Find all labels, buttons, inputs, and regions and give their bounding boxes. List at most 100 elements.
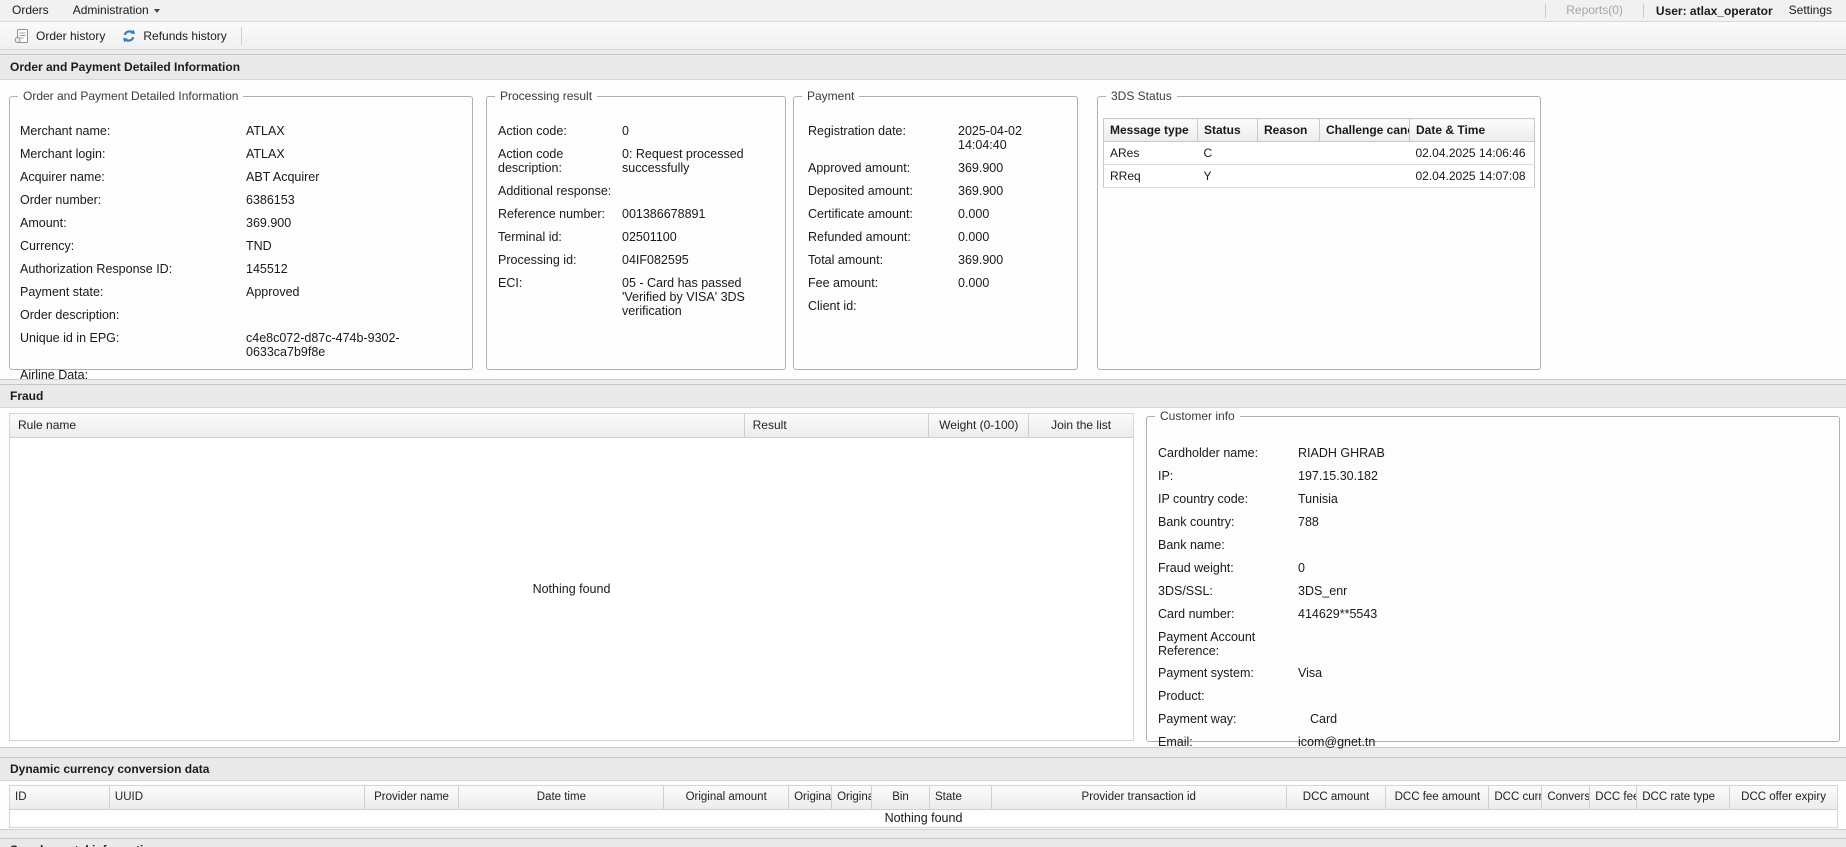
field-value	[246, 368, 464, 382]
column-header-original-currency[interactable]: Original c	[832, 786, 873, 809]
field-label: Order description:	[20, 308, 120, 322]
field-row: Fee amount: 0.000	[808, 276, 1069, 290]
field-label: Currency:	[20, 239, 75, 253]
field-row: Order description:	[20, 308, 464, 322]
table-row[interactable]: RReq Y 02.04.2025 14:07:08	[1103, 164, 1535, 188]
field-row: ECI: 05 - Card has passed 'Verified by VI…	[498, 276, 777, 318]
column-header-original-amount[interactable]: Original amount	[664, 786, 790, 809]
menu-orders[interactable]: Orders	[0, 0, 61, 21]
field-row: Action code: 0	[498, 124, 777, 138]
field-row: Additional response:	[498, 184, 777, 198]
column-header-original-fee[interactable]: Original f	[789, 786, 833, 809]
field-row: Deposited amount: 369.900	[808, 184, 1069, 198]
field-label: Authorization Response ID:	[20, 262, 173, 276]
column-header-date-time[interactable]: Date time	[459, 786, 665, 809]
cell-date-time: 02.04.2025 14:06:46	[1409, 141, 1535, 165]
field-row: Bank country: 788	[1158, 515, 1829, 529]
refunds-history-button[interactable]: Refunds history	[113, 25, 234, 47]
column-header-provider-name[interactable]: Provider name	[365, 786, 460, 809]
column-header-rule-name[interactable]: Rule name	[10, 414, 745, 437]
column-header-dcc-currency[interactable]: DCC curr	[1489, 786, 1543, 809]
field-label: Amount:	[20, 216, 67, 230]
column-header-weight[interactable]: Weight (0-100)	[929, 414, 1030, 437]
column-header-dcc-rate-type[interactable]: DCC rate type	[1637, 786, 1731, 809]
column-header-dcc-amount[interactable]: DCC amount	[1287, 786, 1387, 809]
field-row: Currency: TND	[20, 239, 464, 253]
column-header-provider-transaction-id[interactable]: Provider transaction id	[992, 786, 1287, 809]
column-header-bin[interactable]: Bin	[872, 786, 930, 809]
column-header-result[interactable]: Result	[745, 414, 930, 437]
field-row: Bank name:	[1158, 538, 1829, 552]
column-header-id[interactable]: ID	[10, 786, 110, 809]
field-value: 369.900	[958, 253, 1004, 267]
field-row: 3DS/SSL: 3DS_enr	[1158, 584, 1829, 598]
fraud-table-body: Nothing found	[10, 438, 1133, 740]
column-header-uuid[interactable]: UUID	[110, 786, 365, 809]
field-row: Acquirer name: ABT Acquirer	[20, 170, 464, 184]
field-value: 197.15.30.182	[1298, 469, 1378, 483]
menu-reports[interactable]: Reports(0)	[1554, 0, 1635, 21]
field-row: Payment system: Visa	[1158, 666, 1829, 680]
dcc-table-header: ID UUID Provider name Date time Original…	[10, 786, 1837, 810]
groupbox-processing-result: Processing result Action code: 0 Action c…	[486, 90, 786, 370]
column-header-status[interactable]: Status	[1197, 118, 1258, 142]
field-value	[1298, 538, 1829, 552]
field-label: Acquirer name:	[20, 170, 105, 184]
field-value: 0.000	[958, 230, 990, 244]
column-header-message-type[interactable]: Message type	[1103, 118, 1198, 142]
field-value	[1298, 689, 1829, 703]
column-header-date-time[interactable]: Date & Time	[1409, 118, 1535, 142]
groupbox-payment: Payment Registration date: 2025-04-02 14:…	[793, 90, 1078, 370]
fraud-rules-table: Rule name Result Weight (0-100) Join the…	[9, 413, 1134, 741]
field-label: Certificate amount:	[808, 207, 913, 221]
user-label: User: atlax_operator	[1655, 3, 1773, 18]
cell-message-type: ARes	[1103, 141, 1198, 165]
separator	[1545, 3, 1547, 18]
column-header-dcc-fee[interactable]: DCC fee	[1590, 786, 1638, 809]
3ds-status-table: Message type Status Reason Challenge can…	[1103, 118, 1535, 188]
column-header-state[interactable]: State	[930, 786, 992, 809]
menubar: Orders Administration Reports(0) User: a…	[0, 0, 1846, 22]
table-row[interactable]: ARes C 02.04.2025 14:06:46	[1103, 141, 1535, 165]
field-row: Registration date: 2025-04-02 14:04:40	[808, 124, 1069, 152]
order-history-button[interactable]: Order history	[6, 25, 113, 47]
refunds-history-label: Refunds history	[143, 28, 227, 43]
panel-order-details: Order and Payment Detailed Information M…	[0, 80, 1846, 382]
field-label: Total amount:	[808, 253, 884, 267]
field-value: Tunisia	[1298, 492, 1338, 506]
column-header-conversion[interactable]: Conversi	[1542, 786, 1591, 809]
cell-challenge-cancel	[1319, 164, 1410, 188]
cell-reason	[1257, 164, 1320, 188]
menu-administration[interactable]: Administration	[61, 0, 172, 21]
field-label: Order number:	[20, 193, 102, 207]
column-header-dcc-offer-expiry[interactable]: DCC offer expiry	[1730, 786, 1837, 809]
field-row: Processing id: 04IF082595	[498, 253, 777, 267]
field-label: Refunded amount:	[808, 230, 911, 244]
field-label: Payment state:	[20, 285, 104, 299]
column-header-reason[interactable]: Reason	[1257, 118, 1320, 142]
cell-challenge-cancel	[1319, 141, 1410, 165]
separator	[240, 26, 242, 45]
column-header-challenge-cancel[interactable]: Challenge cancel	[1319, 118, 1410, 142]
field-value: 6386153	[246, 193, 295, 207]
field-value	[246, 308, 464, 322]
field-row: Merchant name: ATLAX	[20, 124, 464, 138]
field-value: 3DS_enr	[1298, 584, 1348, 598]
column-header-join-the-list[interactable]: Join the list	[1029, 414, 1133, 437]
empty-state-text: Nothing found	[532, 582, 611, 596]
field-row: Airline Data:	[20, 368, 464, 382]
field-row: Fraud weight: 0	[1158, 561, 1829, 575]
field-value: 369.900	[246, 216, 292, 230]
field-value: 145512	[246, 262, 288, 276]
field-row: Terminal id: 02501100	[498, 230, 777, 244]
field-label: Additional response:	[498, 184, 612, 198]
refunds-history-icon	[121, 28, 137, 44]
field-row: Unique id in EPG: c4e8c072-d87c-474b-9302…	[20, 331, 464, 359]
field-label: Unique id in EPG:	[20, 331, 120, 345]
menu-settings[interactable]: Settings	[1777, 0, 1844, 21]
field-label: Card number:	[1158, 607, 1235, 621]
column-header-dcc-fee-amount[interactable]: DCC fee amount	[1386, 786, 1490, 809]
field-row: Payment Account Reference:	[1158, 630, 1829, 658]
field-row: Client id:	[808, 299, 1069, 313]
fraud-table-header: Rule name Result Weight (0-100) Join the…	[10, 414, 1133, 438]
